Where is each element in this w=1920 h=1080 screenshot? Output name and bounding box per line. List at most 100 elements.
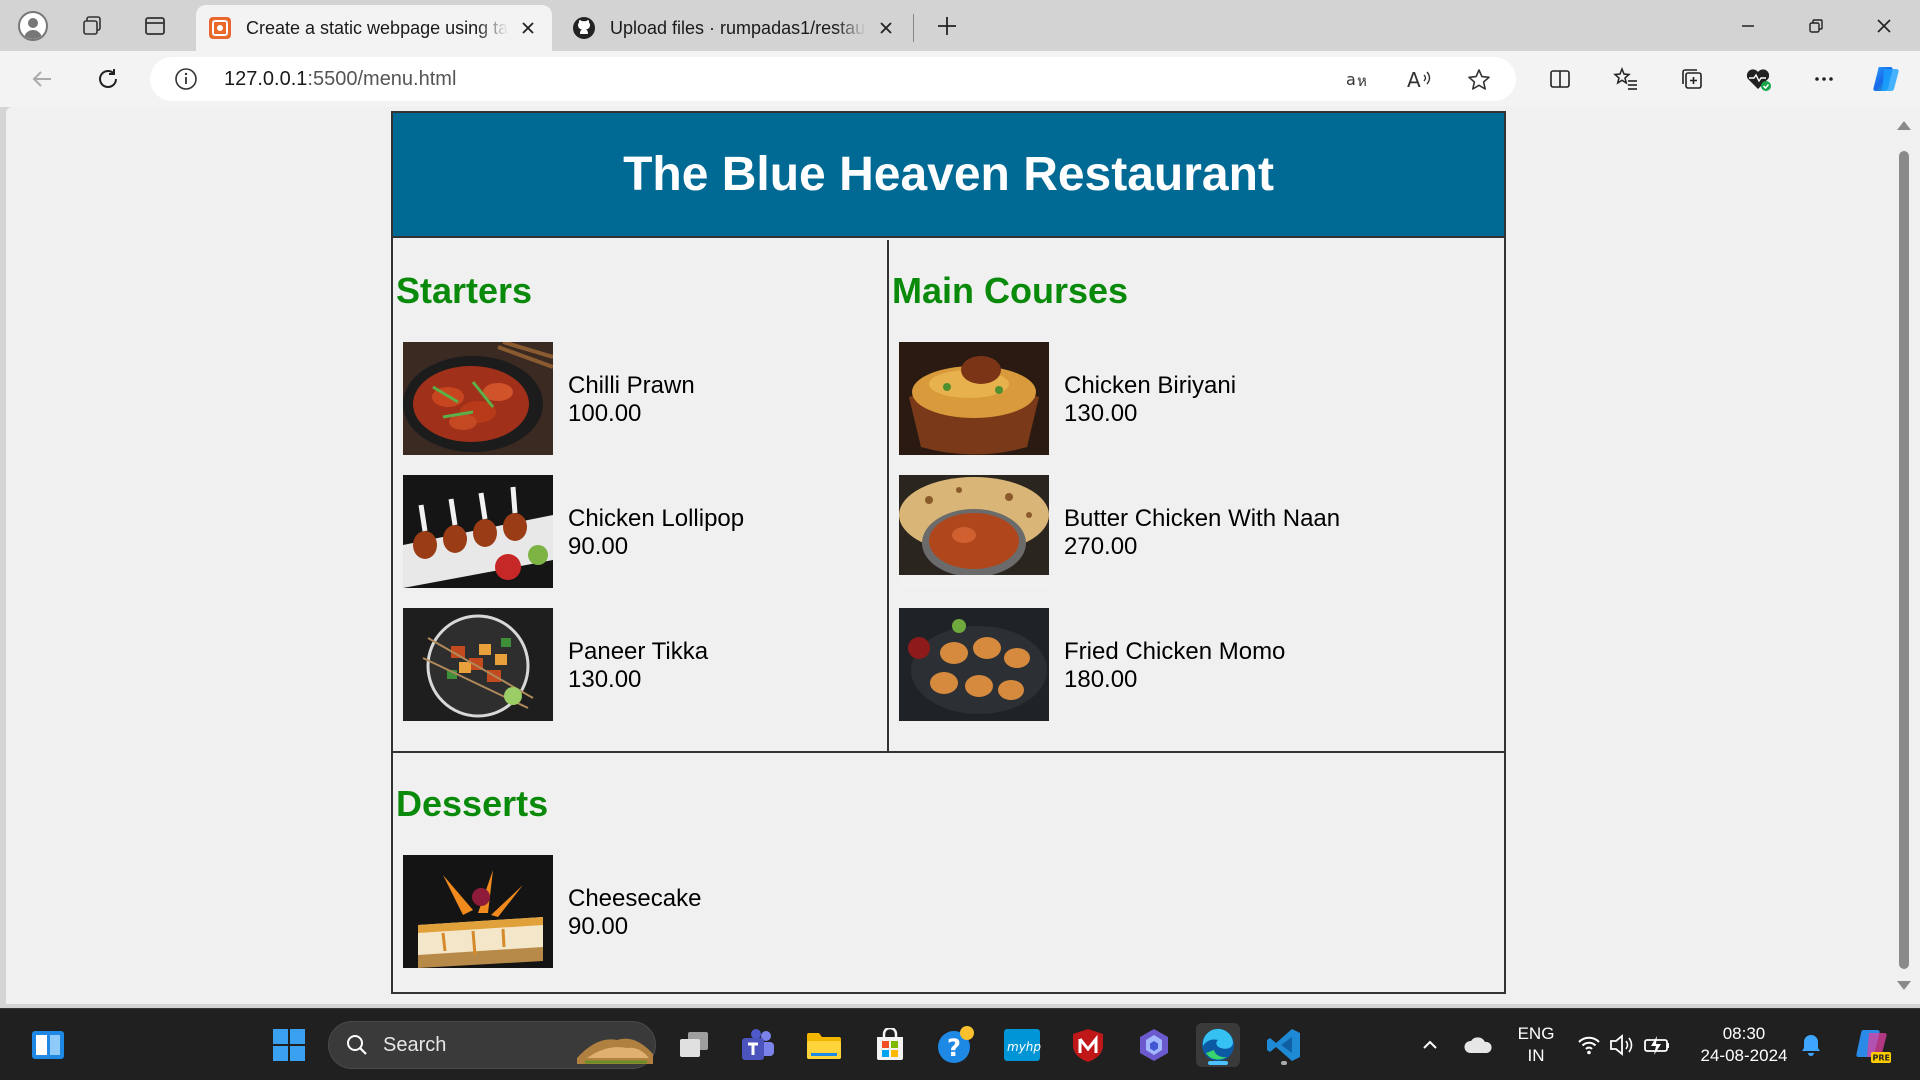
favorite-star-icon[interactable] (1464, 65, 1494, 95)
translate-icon[interactable]: aห (1344, 65, 1374, 95)
mcafee-shield-icon (1073, 1029, 1103, 1062)
quick-settings-button[interactable] (1570, 1023, 1690, 1067)
edge-button[interactable] (1196, 1023, 1240, 1067)
language-region: IN (1527, 1046, 1545, 1065)
url-port-path: :5500/menu.html (307, 68, 457, 90)
svg-text:a: a (1346, 70, 1356, 89)
language-code: ENG (1517, 1024, 1555, 1043)
task-view-button[interactable] (672, 1023, 716, 1067)
butter-chicken-naan-image (899, 475, 1049, 588)
section-desserts: Desserts Cheesecake 90.00 (393, 753, 1504, 992)
menu-item-text: Cheesecake 90.00 (568, 885, 701, 941)
item-price: 90.00 (568, 913, 629, 940)
mcafee-button[interactable] (1066, 1023, 1110, 1067)
minimize-button[interactable] (1716, 0, 1780, 51)
store-bag-icon (877, 1028, 903, 1060)
scroll-down-arrow-icon[interactable] (1897, 981, 1911, 990)
close-tab-icon[interactable] (874, 16, 898, 40)
task-view-icon (680, 1032, 708, 1057)
help-question-icon: ? (938, 1026, 974, 1063)
workspaces-button[interactable] (73, 7, 111, 45)
windows-logo-icon (273, 1029, 305, 1061)
edge-icon (1202, 1028, 1234, 1061)
cheesecake-image (403, 855, 553, 968)
section-main-courses: Main Courses Chicken Biriyani 130.00 But… (889, 240, 1504, 751)
address-bar[interactable]: 127.0.0.1:5500/menu.html aห A (150, 57, 1516, 101)
clock-time: 08:30 (1722, 1024, 1766, 1043)
show-hidden-icons-button[interactable] (1408, 1023, 1452, 1067)
item-name: Fried Chicken Momo (1064, 638, 1286, 665)
item-name: Cheesecake (568, 885, 702, 912)
item-price: 130.00 (568, 666, 642, 693)
restaurant-name: The Blue Heaven Restaurant (623, 148, 1274, 201)
url-text[interactable]: 127.0.0.1:5500/menu.html (224, 68, 456, 91)
copilot-app-button[interactable] (1132, 1023, 1176, 1067)
tab-actions-button[interactable] (136, 7, 174, 45)
scrollbar-thumb[interactable] (1899, 151, 1909, 969)
split-screen-button[interactable] (1540, 59, 1580, 99)
widgets-button[interactable] (26, 1023, 70, 1067)
search-icon (347, 1035, 367, 1055)
tab-upload-files[interactable]: Upload files · rumpadas1/restaurant (560, 5, 910, 51)
close-tab-icon[interactable] (516, 16, 540, 40)
chilli-prawn-image (403, 342, 553, 455)
taskbar-search[interactable]: Search (328, 1021, 656, 1069)
tab-create-static-webpage[interactable]: Create a static webpage using table (196, 5, 552, 51)
menu-item: Chicken Lollipop 90.00 (403, 475, 873, 588)
tab-actions-icon (145, 17, 165, 35)
myhp-button[interactable]: myhp (1000, 1023, 1044, 1067)
menu-item: Paneer Tikka 130.00 (403, 608, 873, 721)
collections-button[interactable] (1672, 59, 1712, 99)
folder-icon (807, 1033, 841, 1059)
site-info-icon[interactable] (174, 67, 198, 91)
scroll-up-arrow-icon[interactable] (1897, 121, 1911, 130)
close-window-button[interactable] (1852, 0, 1916, 51)
teams-button[interactable] (736, 1023, 780, 1067)
copilot-icon (1873, 67, 1899, 91)
close-icon (1877, 18, 1891, 33)
active-app-indicator (1208, 1061, 1228, 1065)
menu-item: Cheesecake 90.00 (403, 855, 873, 968)
item-name: Butter Chicken With Naan (1064, 505, 1341, 532)
running-app-indicator (1281, 1061, 1287, 1065)
menu-item: Chicken Biriyani 130.00 (899, 342, 1369, 455)
copilot-button[interactable] (1866, 59, 1906, 99)
teams-icon (742, 1029, 774, 1060)
menu-item-text: Butter Chicken With Naan 270.00 (1064, 505, 1340, 561)
clock[interactable]: 08:30 24-08-2024 (1696, 1023, 1792, 1067)
start-button[interactable] (267, 1023, 311, 1067)
onedrive-button[interactable] (1456, 1023, 1500, 1067)
favorites-button[interactable] (1606, 59, 1646, 99)
section-title: Desserts (396, 783, 549, 824)
item-name: Chicken Lollipop (568, 505, 745, 532)
new-tab-button[interactable] (928, 7, 966, 45)
back-button[interactable] (22, 59, 62, 99)
item-price: 100.00 (568, 400, 642, 427)
profile-button[interactable] (14, 7, 52, 45)
url-host: 127.0.0.1 (224, 68, 308, 90)
vscode-button[interactable] (1262, 1023, 1306, 1067)
menu-item-text: Chilli Prawn 100.00 (568, 372, 695, 428)
myhp-icon: myhp (1004, 1029, 1041, 1061)
paneer-tikka-image (403, 608, 553, 721)
bell-icon (1802, 1035, 1820, 1056)
language-indicator[interactable]: ENG IN (1510, 1023, 1562, 1067)
file-explorer-button[interactable] (802, 1023, 846, 1067)
copilot-preview-button[interactable]: PRE (1850, 1023, 1894, 1067)
settings-more-button[interactable] (1804, 59, 1844, 99)
menu-item-text: Chicken Lollipop 90.00 (568, 505, 744, 561)
page-scrollbar[interactable] (1886, 107, 1920, 1004)
browser-essentials-button[interactable] (1738, 59, 1778, 99)
microsoft-store-button[interactable] (868, 1023, 912, 1067)
get-help-button[interactable]: ? (934, 1023, 978, 1067)
menu-item-text: Fried Chicken Momo 180.00 (1064, 638, 1285, 694)
notifications-button[interactable] (1796, 1023, 1826, 1067)
wifi-volume-battery-icons (1578, 1034, 1669, 1056)
menu-header: The Blue Heaven Restaurant (393, 113, 1504, 238)
svg-text:A: A (1407, 69, 1421, 91)
restore-button[interactable] (1784, 0, 1848, 51)
svg-text:ห: ห (1357, 72, 1367, 90)
read-aloud-icon[interactable]: A (1404, 65, 1434, 95)
refresh-button[interactable] (88, 59, 128, 99)
browser-toolbar: 127.0.0.1:5500/menu.html aห A (0, 51, 1920, 107)
